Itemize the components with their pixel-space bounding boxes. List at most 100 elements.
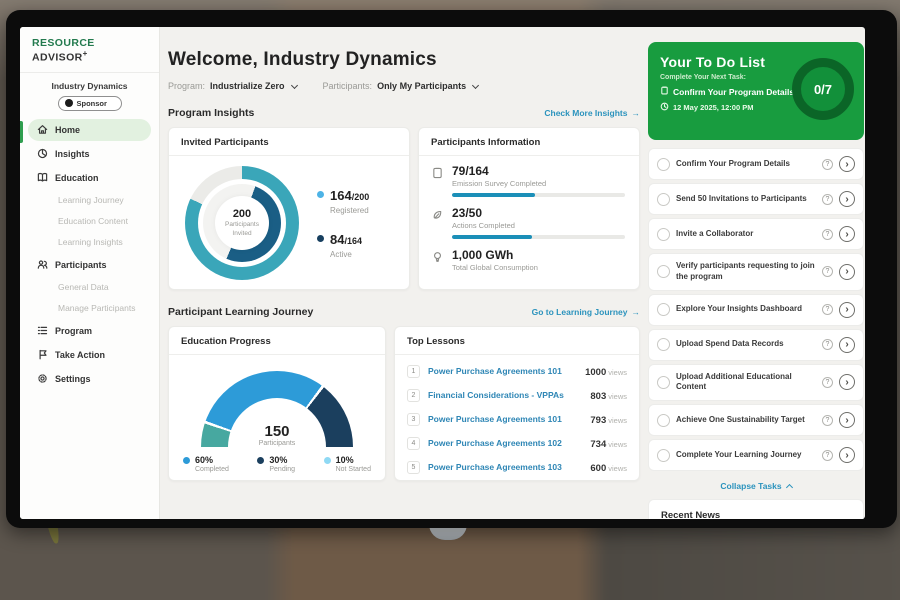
legend-item-completed: 60% Completed — [183, 455, 229, 473]
chevron-right-icon[interactable]: › — [839, 302, 855, 318]
task-row-upload-spend-data[interactable]: Upload Spend Data Records ? › — [648, 329, 864, 361]
sidebar-item-learning-journey[interactable]: Learning Journey — [28, 191, 151, 210]
lesson-link[interactable]: Power Purchase Agreements 101 — [428, 414, 582, 424]
link-label: Go to Learning Journey — [532, 307, 628, 317]
go-to-learning-journey-link[interactable]: Go to Learning Journey → — [532, 307, 640, 317]
help-icon[interactable]: ? — [822, 377, 833, 388]
sidebar-item-general-data[interactable]: General Data — [28, 278, 151, 297]
legend-label: Not Started — [336, 466, 371, 473]
task-row-invite-collaborator[interactable]: Invite a Collaborator ? › — [648, 218, 864, 250]
views-label: views — [608, 416, 627, 425]
sidebar-item-label: Education Content — [58, 216, 128, 226]
card-title: Invited Participants — [169, 128, 409, 156]
sidebar-item-take-action[interactable]: Take Action — [28, 344, 151, 366]
check-more-insights-link[interactable]: Check More Insights → — [544, 108, 640, 118]
collapse-label: Collapse Tasks — [720, 481, 781, 491]
todo-task-list: Confirm Your Program Details ? › Send 50… — [648, 148, 864, 471]
task-row-upload-educational-content[interactable]: Upload Additional Educational Content ? … — [648, 364, 864, 402]
legend-item-pending: 30% Pending — [257, 455, 295, 473]
gear-icon — [36, 373, 48, 385]
chevron-down-icon — [472, 81, 479, 88]
chevron-right-icon[interactable]: › — [839, 156, 855, 172]
lesson-rank: 3 — [407, 413, 420, 426]
invited-participants-card: Invited Participants 200 Participants In… — [168, 127, 410, 290]
sidebar-item-label: Take Action — [55, 350, 105, 360]
lesson-link[interactable]: Financial Considerations - VPPAs — [428, 390, 582, 400]
task-checkbox[interactable] — [657, 265, 670, 278]
help-icon[interactable]: ? — [822, 159, 833, 170]
task-checkbox[interactable] — [657, 449, 670, 462]
pie-chart-icon — [36, 148, 48, 160]
card-title: Top Lessons — [395, 327, 639, 355]
lesson-row: 3 Power Purchase Agreements 101 793views — [407, 407, 627, 431]
help-icon[interactable]: ? — [822, 339, 833, 350]
task-row-complete-learning-journey[interactable]: Complete Your Learning Journey ? › — [648, 439, 864, 471]
program-dropdown[interactable]: Program: Industrialize Zero — [168, 81, 297, 91]
link-label: Check More Insights — [544, 108, 627, 118]
task-row-achieve-target[interactable]: Achieve One Sustainability Target ? › — [648, 404, 864, 436]
task-label: Achieve One Sustainability Target — [676, 415, 816, 426]
chevron-right-icon[interactable]: › — [839, 374, 855, 390]
sidebar-item-participants[interactable]: Participants — [28, 254, 151, 276]
legend-pct: 10% — [336, 455, 371, 465]
legend-dot — [324, 457, 331, 464]
collapse-tasks-link[interactable]: Collapse Tasks — [648, 481, 864, 491]
sidebar-item-manage-participants[interactable]: Manage Participants — [28, 299, 151, 318]
task-checkbox[interactable] — [657, 338, 670, 351]
task-row-explore-insights[interactable]: Explore Your Insights Dashboard ? › — [648, 294, 864, 326]
sidebar-item-label: Settings — [55, 374, 91, 384]
task-checkbox[interactable] — [657, 193, 670, 206]
program-label: Program: — [168, 81, 205, 91]
legend-label: Registered — [330, 206, 369, 215]
donut-center-value: 200 — [233, 208, 251, 220]
task-label: Upload Additional Educational Content — [676, 372, 816, 394]
sidebar-item-settings[interactable]: Settings — [28, 368, 151, 390]
sidebar-item-education[interactable]: Education — [28, 167, 151, 189]
sidebar-item-insights[interactable]: Insights — [28, 143, 151, 165]
task-row-send-invitations[interactable]: Send 50 Invitations to Participants ? › — [648, 183, 864, 215]
lesson-views: 734 — [590, 439, 606, 450]
sidebar-item-home[interactable]: Home — [28, 119, 151, 141]
help-icon[interactable]: ? — [822, 415, 833, 426]
sidebar-item-education-content[interactable]: Education Content — [28, 212, 151, 231]
lesson-row: 5 Power Purchase Agreements 103 600views — [407, 455, 627, 479]
participants-label: Participants: — [323, 81, 373, 91]
legend-item-registered: 164/200 Registered — [317, 187, 369, 215]
lesson-link[interactable]: Power Purchase Agreements 102 — [428, 438, 582, 448]
chevron-right-icon[interactable]: › — [839, 264, 855, 280]
lesson-row: 4 Power Purchase Agreements 102 734views — [407, 431, 627, 455]
chevron-right-icon[interactable]: › — [839, 226, 855, 242]
participants-dropdown[interactable]: Participants: Only My Participants — [323, 81, 479, 91]
sidebar-item-program[interactable]: Program — [28, 320, 151, 342]
legend-item-not-started: 10% Not Started — [324, 455, 371, 473]
help-icon[interactable]: ? — [822, 266, 833, 277]
legend-dot — [317, 235, 324, 242]
help-icon[interactable]: ? — [822, 304, 833, 315]
sponsor-badge[interactable]: Sponsor — [58, 96, 122, 111]
help-icon[interactable]: ? — [822, 229, 833, 240]
dashboard-screen: RESOURCE ADVISOR+ Industry Dynamics Spon… — [20, 27, 865, 519]
lesson-views: 803 — [590, 391, 606, 402]
task-checkbox[interactable] — [657, 414, 670, 427]
people-icon — [36, 259, 48, 271]
lesson-link[interactable]: Power Purchase Agreements 103 — [428, 462, 582, 472]
task-checkbox[interactable] — [657, 303, 670, 316]
task-checkbox[interactable] — [657, 228, 670, 241]
chevron-right-icon[interactable]: › — [839, 447, 855, 463]
chevron-right-icon[interactable]: › — [839, 412, 855, 428]
help-icon[interactable]: ? — [822, 450, 833, 461]
lesson-link[interactable]: Power Purchase Agreements 101 — [428, 366, 577, 376]
sidebar-item-learning-insights[interactable]: Learning Insights — [28, 233, 151, 252]
task-checkbox[interactable] — [657, 158, 670, 171]
survey-progress-bar — [452, 193, 625, 197]
info-value: 79/164 — [452, 164, 625, 178]
task-checkbox[interactable] — [657, 376, 670, 389]
home-icon — [36, 124, 48, 136]
chevron-right-icon[interactable]: › — [839, 191, 855, 207]
task-row-verify-participants[interactable]: Verify participants requesting to join t… — [648, 253, 864, 291]
sidebar-item-label: Learning Insights — [58, 237, 123, 247]
top-lessons-card: Top Lessons 1 Power Purchase Agreements … — [394, 326, 640, 481]
help-icon[interactable]: ? — [822, 194, 833, 205]
task-row-confirm-program[interactable]: Confirm Your Program Details ? › — [648, 148, 864, 180]
chevron-right-icon[interactable]: › — [839, 337, 855, 353]
